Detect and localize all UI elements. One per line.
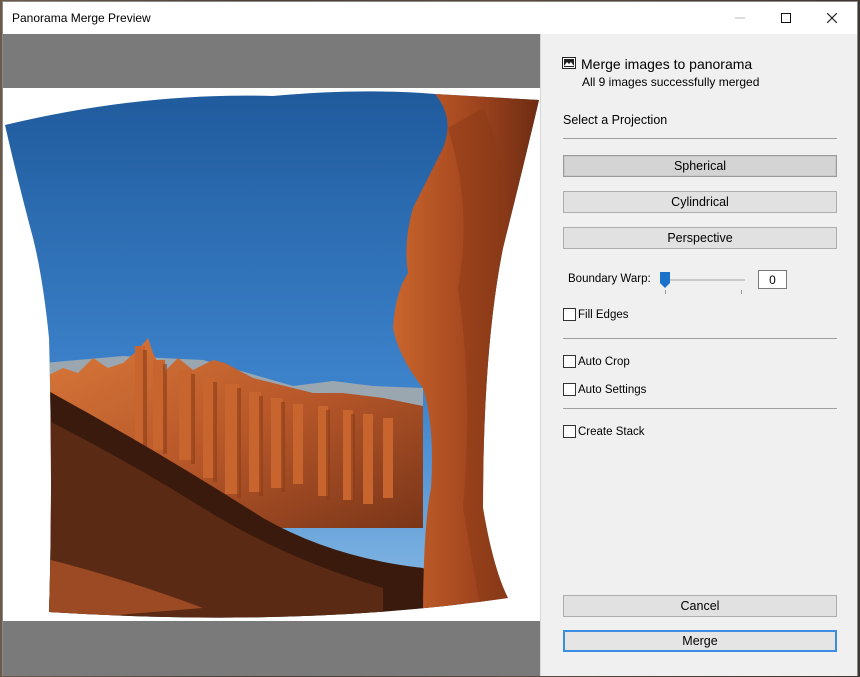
minimize-icon <box>735 17 745 19</box>
create-stack-checkbox[interactable]: Create Stack <box>563 425 644 438</box>
divider <box>563 338 837 339</box>
boundary-warp-slider[interactable] <box>665 279 745 281</box>
window-title: Panorama Merge Preview <box>12 11 151 25</box>
checkbox-box[interactable] <box>563 383 576 396</box>
settings-panel: Merge images to panorama All 9 images su… <box>540 34 857 676</box>
panorama-merge-window: Panorama Merge Preview Merge images to p… <box>2 1 858 676</box>
close-button[interactable] <box>809 2 855 34</box>
projection-section-label: Select a Projection <box>563 113 668 127</box>
checkbox-box[interactable] <box>563 308 576 321</box>
boundary-warp-input[interactable]: 0 <box>758 270 787 289</box>
slider-thumb[interactable] <box>660 272 670 288</box>
panorama-image <box>5 91 539 618</box>
minimize-button[interactable] <box>717 2 763 34</box>
title-bar[interactable]: Panorama Merge Preview <box>3 2 857 34</box>
divider <box>563 138 837 139</box>
slider-tick <box>665 290 666 294</box>
maximize-icon <box>781 13 791 23</box>
auto-crop-checkbox[interactable]: Auto Crop <box>563 355 630 368</box>
auto-settings-checkbox[interactable]: Auto Settings <box>563 383 646 396</box>
perspective-button[interactable]: Perspective <box>563 227 837 249</box>
fill-edges-checkbox[interactable]: Fill Edges <box>563 308 629 321</box>
panorama-preview-area <box>3 34 540 676</box>
merge-status: All 9 images successfully merged <box>582 75 760 89</box>
checkbox-box[interactable] <box>563 425 576 438</box>
checkbox-box[interactable] <box>563 355 576 368</box>
close-icon <box>827 13 837 23</box>
image-icon <box>562 57 576 69</box>
create-stack-label: Create Stack <box>578 425 645 438</box>
cancel-button[interactable]: Cancel <box>563 595 837 617</box>
merge-button[interactable]: Merge <box>563 630 837 652</box>
maximize-button[interactable] <box>763 2 809 34</box>
auto-settings-label: Auto Settings <box>578 383 647 396</box>
divider <box>563 408 837 409</box>
boundary-warp-label: Boundary Warp: <box>568 273 651 285</box>
panel-title: Merge images to panorama <box>581 56 753 72</box>
fill-edges-label: Fill Edges <box>578 308 629 321</box>
auto-crop-label: Auto Crop <box>578 355 630 368</box>
spherical-button[interactable]: Spherical <box>563 155 837 177</box>
slider-tick <box>741 290 742 294</box>
cylindrical-button[interactable]: Cylindrical <box>563 191 837 213</box>
